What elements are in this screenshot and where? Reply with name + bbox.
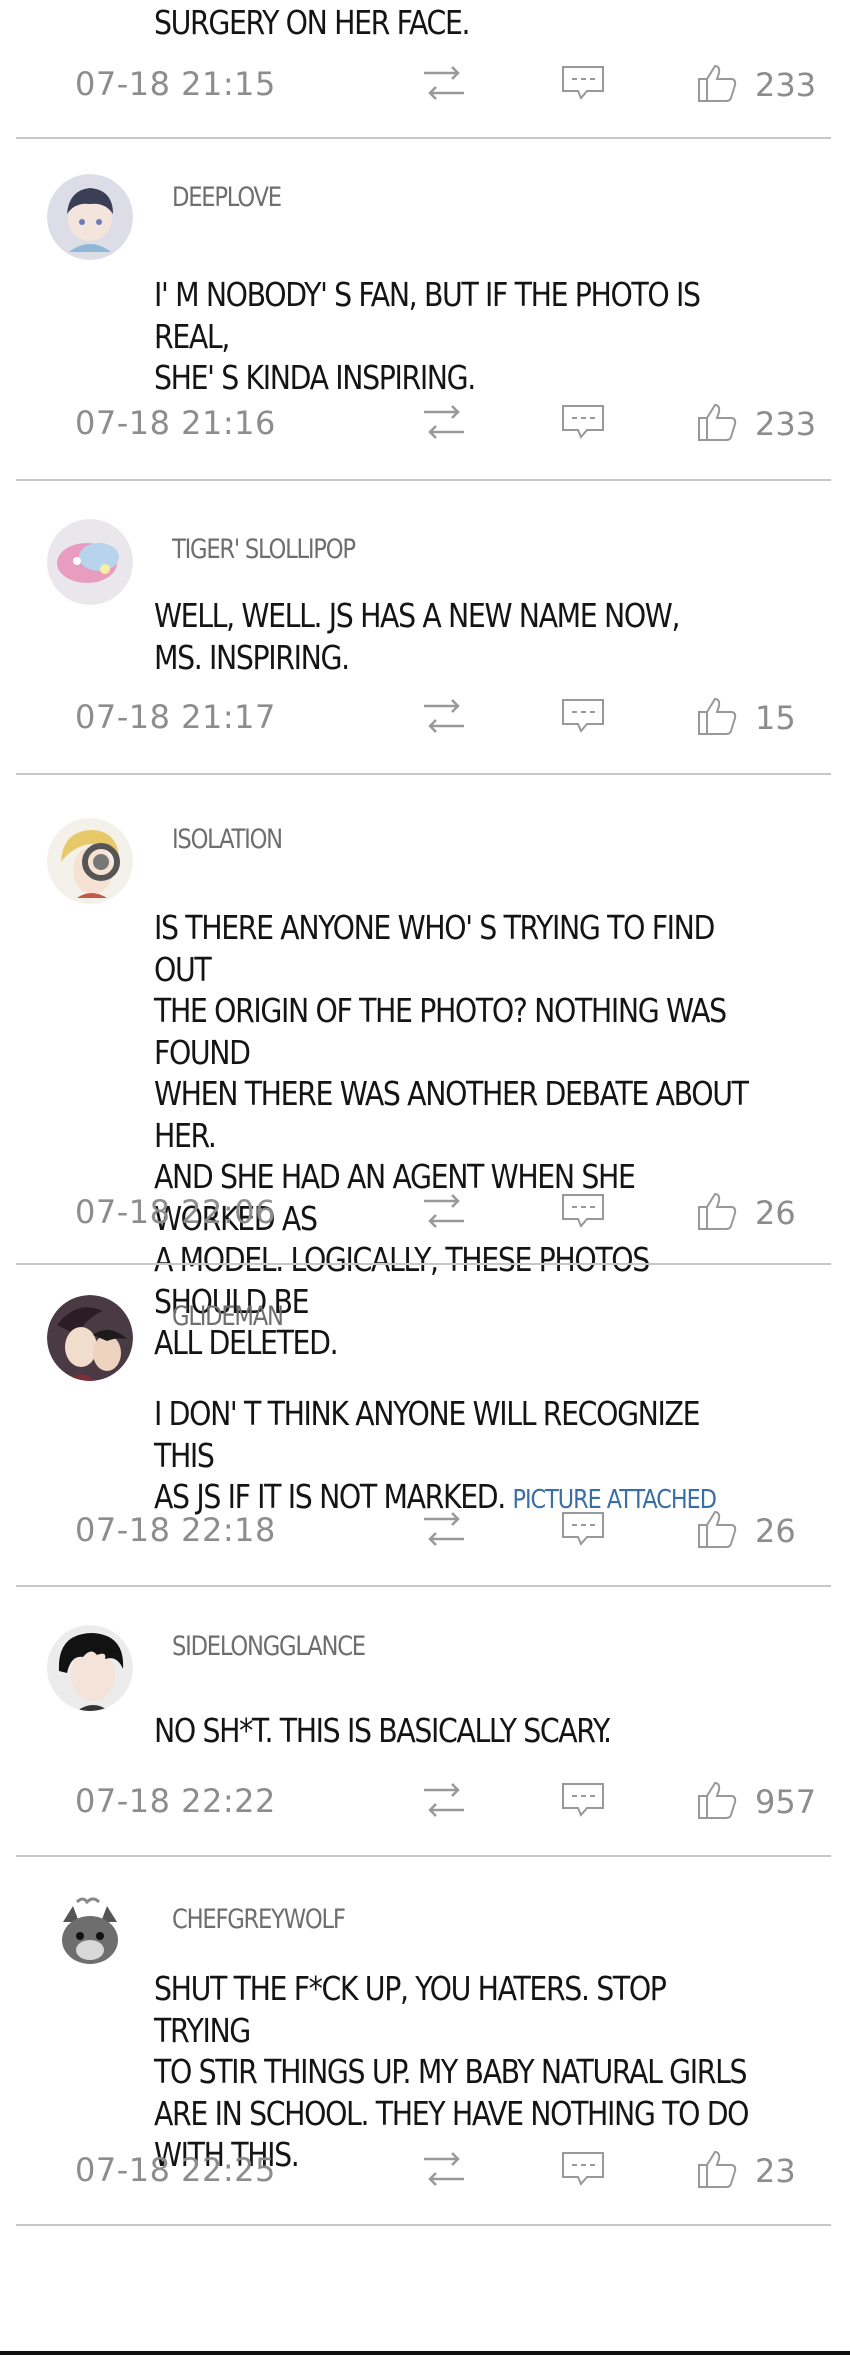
timestamp: 07-18 22:06 bbox=[75, 1193, 276, 1231]
timestamp: 07-18 21:15 bbox=[75, 65, 276, 103]
comment-icon[interactable] bbox=[560, 1780, 606, 1820]
thumbs-up-icon[interactable] bbox=[696, 2149, 738, 2189]
thumbs-up-icon[interactable] bbox=[696, 1191, 738, 1231]
avatar[interactable] bbox=[47, 818, 133, 904]
like-count: 15 bbox=[755, 699, 796, 737]
thumbs-up-icon[interactable] bbox=[696, 63, 738, 103]
comment-meta: 07-18 22:25 23 bbox=[0, 2145, 850, 2195]
repost-icon[interactable] bbox=[418, 1780, 470, 1820]
thumbs-up-icon[interactable] bbox=[696, 402, 738, 442]
comment-text: IS THERE ANYONE WHO' S TRYING TO FIND OU… bbox=[154, 908, 749, 1362]
divider bbox=[16, 137, 831, 139]
username[interactable]: CHEFGREYWOLF bbox=[172, 1904, 346, 1935]
like-count: 233 bbox=[755, 405, 817, 443]
divider bbox=[16, 1585, 831, 1587]
comment-meta: 07-18 22:22 957 bbox=[0, 1776, 850, 1826]
like-count: 233 bbox=[755, 66, 817, 104]
username[interactable]: GLIDEMAN bbox=[172, 1301, 284, 1332]
comment-meta: 07-18 21:15 233 bbox=[0, 59, 850, 109]
username[interactable]: SIDELONGGLANCE bbox=[172, 1631, 366, 1662]
comment-meta: 07-18 22:06 26 bbox=[0, 1187, 850, 1237]
comment-icon[interactable] bbox=[560, 1191, 606, 1231]
bottom-border bbox=[0, 2351, 850, 2355]
divider bbox=[16, 1855, 831, 1857]
comment-text: I DON' T THINK ANYONE WILL RECOGNIZE THI… bbox=[154, 1393, 756, 1522]
divider bbox=[16, 1263, 831, 1265]
avatar[interactable] bbox=[47, 519, 133, 605]
avatar[interactable] bbox=[47, 1892, 133, 1978]
comment-meta: 07-18 22:18 26 bbox=[0, 1505, 850, 1555]
timestamp: 07-18 22:25 bbox=[75, 2151, 276, 2189]
repost-icon[interactable] bbox=[418, 1191, 470, 1231]
like-count: 23 bbox=[755, 2152, 796, 2190]
timestamp: 07-18 22:18 bbox=[75, 1511, 276, 1549]
repost-icon[interactable] bbox=[418, 63, 470, 103]
comment-feed: SURGERY ON HER FACE. 07-18 21:15 233 DEE… bbox=[0, 0, 850, 2355]
comment-meta: 07-18 21:16 233 bbox=[0, 398, 850, 448]
comment-icon[interactable] bbox=[560, 2149, 606, 2189]
repost-icon[interactable] bbox=[418, 696, 470, 736]
comment-icon[interactable] bbox=[560, 696, 606, 736]
avatar[interactable] bbox=[47, 1295, 133, 1381]
thumbs-up-icon[interactable] bbox=[696, 1509, 738, 1549]
comment-text: NO SH*T. THIS IS BASICALLY SCARY. bbox=[154, 1711, 612, 1750]
thumbs-up-icon[interactable] bbox=[696, 696, 738, 736]
divider bbox=[16, 773, 831, 775]
thumbs-up-icon[interactable] bbox=[696, 1780, 738, 1820]
comment-icon[interactable] bbox=[560, 63, 606, 103]
divider bbox=[16, 479, 831, 481]
comment-text: SURGERY ON HER FACE. bbox=[154, 3, 471, 42]
divider bbox=[16, 2224, 831, 2226]
comment-text: WELL, WELL. JS HAS A NEW NAME NOW, MS. I… bbox=[154, 596, 681, 677]
username[interactable]: TIGER' SLOLLIPOP bbox=[172, 534, 356, 565]
like-count: 26 bbox=[755, 1512, 796, 1550]
timestamp: 07-18 21:16 bbox=[75, 404, 276, 442]
repost-icon[interactable] bbox=[418, 1509, 470, 1549]
comment-text: I' M NOBODY' S FAN, BUT IF THE PHOTO IS … bbox=[154, 275, 701, 397]
like-count: 957 bbox=[755, 1783, 817, 1821]
comment-meta: 07-18 21:17 15 bbox=[0, 692, 850, 742]
avatar[interactable] bbox=[47, 1625, 133, 1711]
username[interactable]: ISOLATION bbox=[172, 824, 283, 855]
repost-icon[interactable] bbox=[418, 2149, 470, 2189]
timestamp: 07-18 22:22 bbox=[75, 1782, 276, 1820]
username[interactable]: DEEPLOVE bbox=[172, 182, 282, 213]
comment-icon[interactable] bbox=[560, 1509, 606, 1549]
comment-icon[interactable] bbox=[560, 402, 606, 442]
timestamp: 07-18 21:17 bbox=[75, 698, 276, 736]
avatar[interactable] bbox=[47, 174, 133, 260]
repost-icon[interactable] bbox=[418, 402, 470, 442]
like-count: 26 bbox=[755, 1194, 796, 1232]
